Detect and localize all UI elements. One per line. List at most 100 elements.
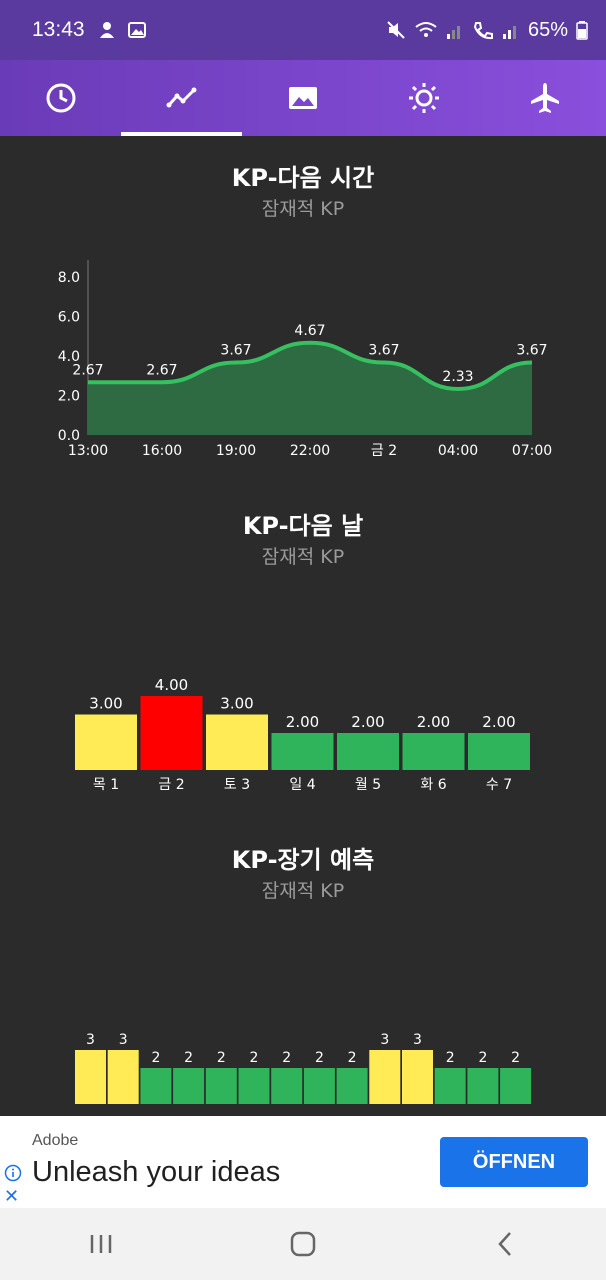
tab-sun[interactable] [364, 60, 485, 136]
bar-value-label: 2 [250, 1050, 259, 1066]
bar [336, 1068, 368, 1104]
home-icon [290, 1231, 316, 1257]
bar-value-label: 3.00 [220, 695, 253, 713]
section3-title: KP-장기 예측 [231, 846, 375, 874]
x-tick-label: 토 3 [224, 777, 250, 793]
battery-icon [576, 21, 588, 40]
bar-value-label: 2 [217, 1050, 226, 1066]
battery-percent: 65% [527, 18, 568, 41]
wifi-call-icon [473, 22, 493, 40]
y-tick-label: 6.0 [58, 310, 80, 326]
bar [337, 733, 399, 770]
x-tick-label: 화 6 [420, 777, 446, 793]
tab-image[interactable] [242, 60, 363, 136]
bar-value-label: 4.00 [155, 676, 188, 694]
x-tick-label: 22:00 [290, 443, 330, 459]
section2-subtitle: 잠재적 KP [261, 546, 345, 568]
x-tick-label: 목 1 [93, 777, 119, 793]
x-tick-label: 월 5 [355, 777, 381, 793]
bar [271, 733, 334, 770]
notification-icon [99, 22, 114, 38]
home-button[interactable] [273, 1224, 333, 1264]
bar [402, 733, 465, 770]
x-tick-label: 금 2 [158, 777, 184, 793]
x-tick-label: 금 2 [371, 443, 397, 459]
x-tick-label: 19:00 [216, 443, 256, 459]
status-bar: 13:43 65% [0, 0, 606, 60]
trend-line-icon [166, 87, 197, 108]
value-label: 3.67 [220, 343, 251, 359]
bar [434, 1068, 466, 1104]
value-label: 3.67 [516, 343, 547, 359]
ad-brand: Adobe [32, 1132, 79, 1149]
bar-value-label: 2 [348, 1050, 357, 1066]
signal-icon-2 [502, 26, 516, 39]
bar [140, 696, 203, 770]
y-tick-label: 0.0 [58, 428, 80, 444]
wifi-icon [415, 22, 437, 37]
image-icon [289, 87, 317, 109]
kp-hourly-chart: 8.06.04.02.00.02.6713:002.6716:003.6719:… [58, 260, 552, 459]
bar [107, 1050, 139, 1104]
bar [75, 714, 137, 770]
bar-value-label: 2 [282, 1050, 291, 1066]
kp-longterm-chart: 3 3 2 2 2 2 2 2 2 3 3 2 2 2 [75, 1032, 532, 1104]
tab-airplane[interactable] [485, 60, 606, 136]
bar-value-label: 2.00 [286, 713, 319, 731]
bar [402, 1050, 433, 1104]
section3-subtitle: 잠재적 KP [261, 880, 345, 902]
status-time: 13:43 [32, 18, 85, 41]
value-label: 2.67 [146, 362, 177, 378]
recent-apps-icon [90, 1235, 112, 1253]
bar-value-label: 3 [119, 1032, 128, 1048]
value-label: 4.67 [294, 323, 325, 339]
ad-close-icon[interactable]: ✕ [4, 1186, 19, 1207]
recent-apps-button[interactable] [71, 1224, 131, 1264]
signal-icon-1 [446, 26, 460, 39]
bar-value-label: 3 [86, 1032, 95, 1048]
bar-value-label: 2 [184, 1050, 193, 1066]
x-tick-label: 16:00 [142, 443, 182, 459]
ad-open-button[interactable]: ÖFFNEN [440, 1137, 588, 1187]
bar-value-label: 2.00 [482, 713, 515, 731]
bar-value-label: 2 [478, 1050, 487, 1066]
clock-icon [46, 83, 76, 113]
x-tick-label: 일 4 [289, 777, 315, 793]
ad-info-icon[interactable] [4, 1164, 22, 1182]
section1-title: KP-다음 시간 [231, 164, 375, 192]
section2-title: KP-다음 날 [242, 512, 364, 540]
bar [500, 1068, 532, 1104]
ad-headline[interactable]: Unleash your ideas [32, 1156, 280, 1189]
sun-icon [409, 83, 440, 113]
bar [206, 714, 268, 770]
bar [238, 1068, 270, 1104]
bar-value-label: 2.00 [351, 713, 384, 731]
y-tick-label: 8.0 [58, 270, 80, 286]
bar [271, 1068, 303, 1104]
gallery-icon [127, 22, 146, 38]
bar-value-label: 2 [446, 1050, 455, 1066]
tab-trend[interactable] [121, 60, 243, 136]
bar [140, 1068, 172, 1104]
x-tick-label: 수 7 [486, 777, 512, 793]
back-button[interactable] [475, 1224, 535, 1264]
ad-banner[interactable]: Adobe Unleash your ideas ÖFFNEN ✕ [0, 1116, 606, 1208]
tab-clock[interactable] [0, 60, 121, 136]
bar [468, 733, 530, 770]
x-tick-label: 13:00 [68, 443, 108, 459]
bar-value-label: 2 [151, 1050, 160, 1066]
bar-value-label: 2 [511, 1050, 520, 1066]
bar-value-label: 3 [413, 1032, 422, 1048]
y-tick-label: 2.0 [58, 389, 80, 405]
value-label: 2.33 [442, 369, 473, 385]
bar [205, 1068, 237, 1104]
value-label: 2.67 [72, 362, 103, 378]
bar [173, 1068, 205, 1104]
x-tick-label: 04:00 [438, 443, 478, 459]
bar [369, 1050, 401, 1104]
section1-subtitle: 잠재적 KP [261, 198, 345, 220]
bar [303, 1068, 335, 1104]
bar [75, 1050, 106, 1104]
x-tick-label: 07:00 [512, 443, 552, 459]
bar [467, 1068, 499, 1104]
